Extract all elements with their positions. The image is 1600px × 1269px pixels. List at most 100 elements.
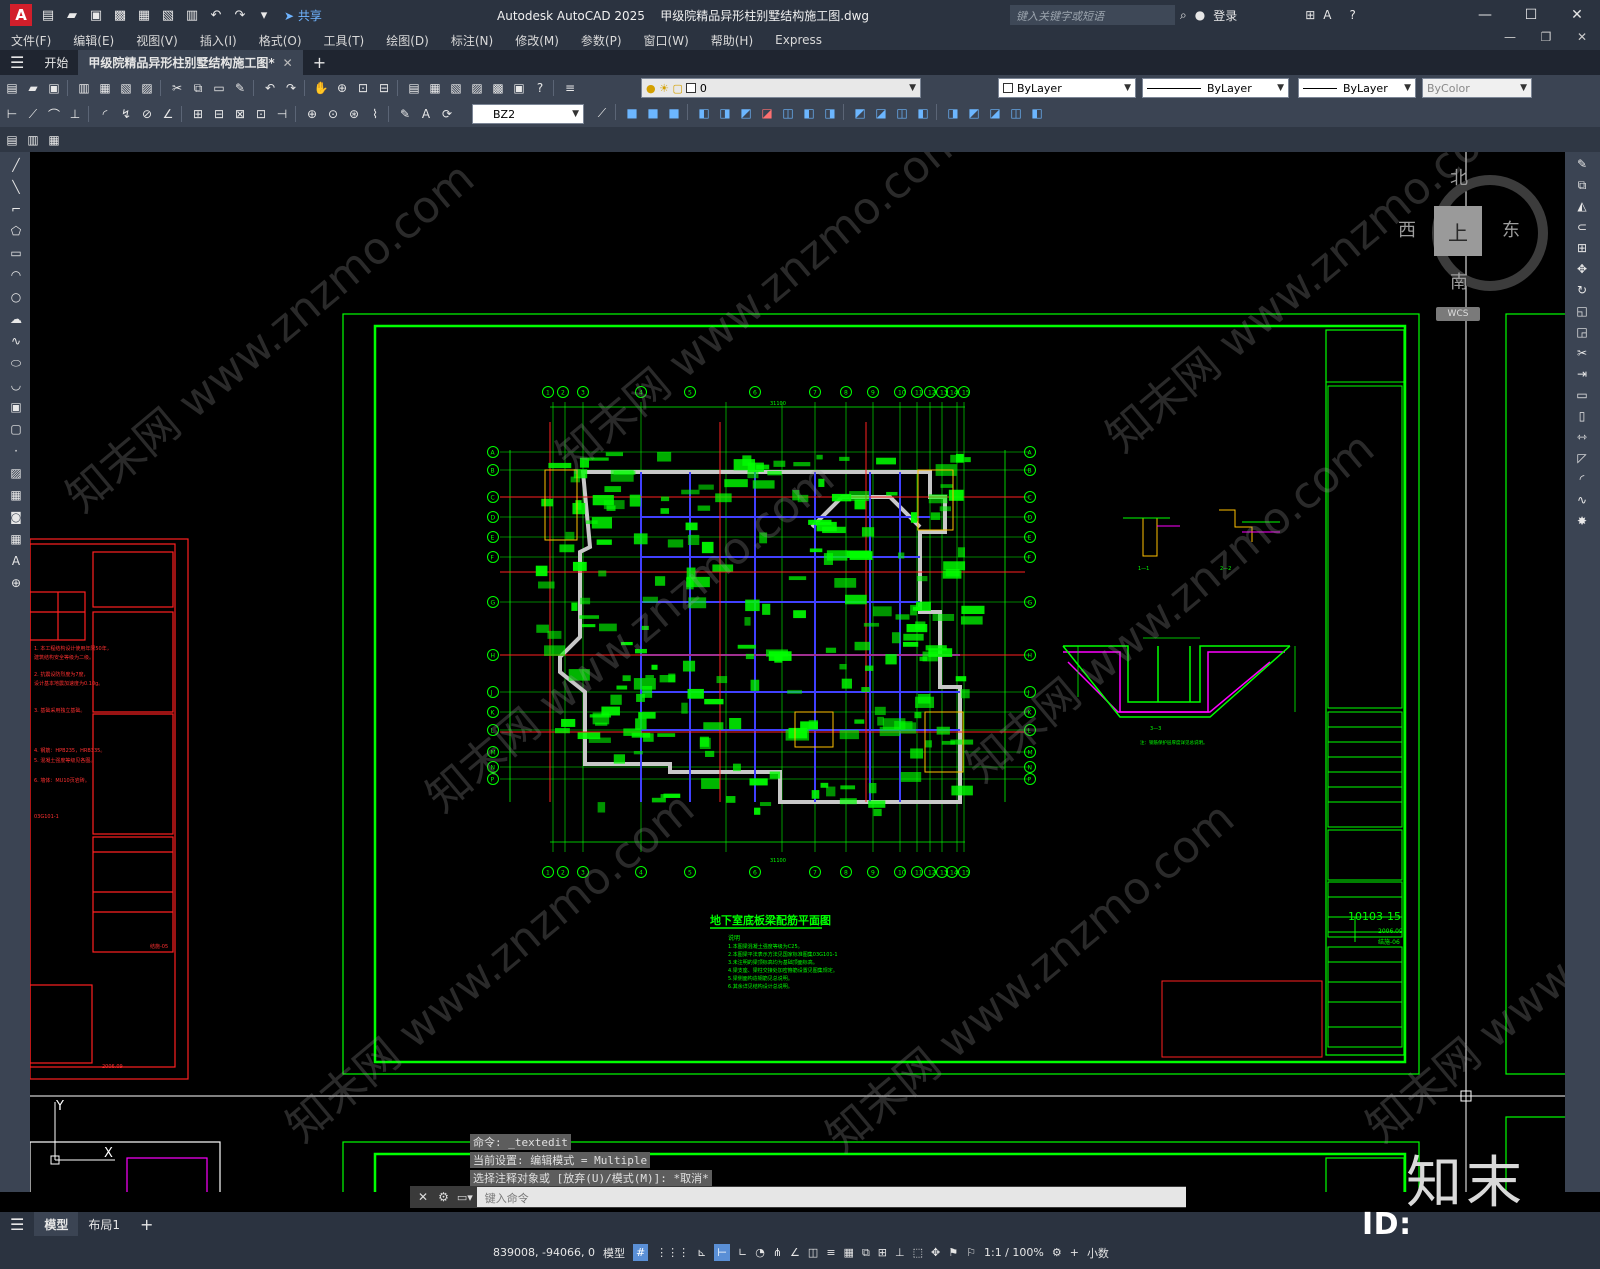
user-icon[interactable]: ●	[1195, 8, 1205, 22]
section-icon[interactable]: ◫	[1007, 104, 1025, 122]
units-dropdown[interactable]: 小数	[1087, 1245, 1109, 1261]
undo-tool-icon[interactable]: ↶	[261, 79, 279, 97]
design-center-icon[interactable]: ▦	[426, 79, 444, 97]
redo-icon[interactable]: ↷	[230, 5, 250, 25]
subtract-icon[interactable]: ■	[644, 104, 662, 122]
arc-length-icon[interactable]: ⌒	[45, 105, 63, 123]
qnew-icon[interactable]: ▤	[3, 79, 21, 97]
rotate-icon[interactable]: ↻	[1573, 281, 1591, 299]
help-tool-icon[interactable]: ?	[531, 79, 549, 97]
offset-icon[interactable]: ⊂	[1573, 218, 1591, 236]
hatch-icon[interactable]: ▨	[7, 464, 25, 482]
menu-parametric[interactable]: 参数(P)	[570, 32, 633, 49]
offset-faces-icon[interactable]: ◩	[737, 104, 755, 122]
plot-preview-icon[interactable]: ▦	[96, 79, 114, 97]
annotation-monitor-icon[interactable]: +	[1070, 1246, 1079, 1259]
doc-restore-icon[interactable]: ❐	[1528, 30, 1564, 50]
model-space-toggle[interactable]: 模型	[603, 1245, 625, 1261]
fillet-icon[interactable]: ◜	[1573, 470, 1591, 488]
copy-icon[interactable]: ⧉	[189, 79, 207, 97]
minimize-icon[interactable]: —	[1462, 0, 1508, 30]
zoom-window-icon[interactable]: ⊡	[354, 79, 372, 97]
jogged-icon[interactable]: ↯	[117, 105, 135, 123]
paste-icon[interactable]: ▭	[210, 79, 228, 97]
rotate-faces-icon[interactable]: ◫	[779, 104, 797, 122]
linear-dim-icon[interactable]: ⊢	[3, 105, 21, 123]
doc-close-icon[interactable]: ✕	[1564, 30, 1600, 50]
pan-icon[interactable]: ✋	[312, 79, 330, 97]
menu-window[interactable]: 窗口(W)	[633, 32, 700, 49]
polygon-icon[interactable]: ⬠	[7, 222, 25, 240]
viewcube-north[interactable]: 北	[1450, 164, 1468, 190]
print-icon[interactable]: ▥	[182, 5, 202, 25]
dynamic-input-icon[interactable]: ⊢	[714, 1244, 730, 1261]
menu-modify[interactable]: 修改(M)	[504, 32, 570, 49]
menu-help[interactable]: 帮助(H)	[700, 32, 764, 49]
shell-icon[interactable]: ◨	[944, 104, 962, 122]
drawing-canvas[interactable]: 1. 本工程结构设计使用年限50年， 建筑结构安全等级为二级。 2. 抗震设防烈…	[30, 152, 1565, 1192]
osnap-icon[interactable]: ◫	[808, 1246, 818, 1259]
linetype-dropdown[interactable]: ByLayer ▼	[1142, 78, 1289, 98]
cut-icon[interactable]: ✂	[168, 79, 186, 97]
radius-icon[interactable]: ◜	[96, 105, 114, 123]
open-file-icon[interactable]: ▰	[24, 79, 42, 97]
viewcube-top-face[interactable]: 上	[1434, 206, 1482, 256]
trim-icon[interactable]: ✂	[1573, 344, 1591, 362]
point-icon[interactable]: ·	[7, 442, 25, 460]
move-icon[interactable]: ✥	[1573, 260, 1591, 278]
menu-view[interactable]: 视图(V)	[125, 32, 189, 49]
ucs-dynamic-icon[interactable]: ⊥	[895, 1246, 905, 1259]
customize-qat-icon[interactable]: ▾	[254, 5, 274, 25]
menu-tools[interactable]: 工具(T)	[313, 32, 376, 49]
taper-faces-icon[interactable]: ◧	[800, 104, 818, 122]
explode-icon[interactable]: ✸	[1573, 512, 1591, 530]
imprint-icon[interactable]: ◪	[872, 104, 890, 122]
dim-break-icon[interactable]: ⊣	[273, 105, 291, 123]
autodesk-icon[interactable]: A	[1323, 8, 1331, 22]
tool-palette-icon[interactable]: ▧	[447, 79, 465, 97]
lineweight-icon[interactable]: ≡	[826, 1246, 835, 1259]
viewcube-west[interactable]: 西	[1398, 216, 1416, 242]
tab-model[interactable]: 模型	[34, 1212, 79, 1236]
ordinate-icon[interactable]: ⊥	[66, 105, 84, 123]
ellipse-arc-icon[interactable]: ◡	[7, 376, 25, 394]
color-faces-icon[interactable]: ◩	[851, 104, 869, 122]
break-icon[interactable]: ▯	[1573, 407, 1591, 425]
rectangle-icon[interactable]: ▭	[7, 244, 25, 262]
maximize-icon[interactable]: ☐	[1508, 0, 1554, 30]
layout-menu-icon[interactable]: ☰	[0, 1212, 34, 1236]
add-layout-button[interactable]: +	[130, 1212, 163, 1236]
save-icon[interactable]: ▣	[86, 5, 106, 25]
ortho-icon[interactable]: ∟	[738, 1246, 747, 1259]
object-snap-tracking-icon[interactable]: ∠	[790, 1246, 800, 1259]
recent-commands-icon[interactable]: ▭▾	[457, 1191, 473, 1204]
angular-icon[interactable]: ∠	[159, 105, 177, 123]
menu-hamburger-icon[interactable]: ☰	[0, 50, 34, 75]
publish-icon[interactable]: ▧	[117, 79, 135, 97]
arc-icon[interactable]: ◠	[7, 266, 25, 284]
tab-document[interactable]: 甲级院精品异形柱别墅结构施工图* ✕	[78, 50, 303, 75]
annotation-visibility-icon[interactable]: ⚑	[948, 1246, 958, 1259]
plotstyle-dropdown[interactable]: ByColor ▼	[1422, 78, 1532, 98]
delete-faces-icon[interactable]: ◪	[758, 104, 776, 122]
stretch-icon[interactable]: ◲	[1573, 323, 1591, 341]
block-edit-icon[interactable]: ▤	[3, 131, 21, 149]
polyline-icon[interactable]: ⌐	[7, 200, 25, 218]
help-icon[interactable]: ?	[1350, 8, 1356, 22]
dim-edit-icon[interactable]: ✎	[396, 105, 414, 123]
interfere-icon[interactable]: ◧	[1028, 104, 1046, 122]
cart-icon[interactable]: ⊞	[1305, 8, 1315, 22]
publish-icon[interactable]: ▦	[134, 5, 154, 25]
tab-layout1[interactable]: 布局1	[78, 1212, 130, 1236]
extend-icon[interactable]: ⇥	[1573, 365, 1591, 383]
coordinates[interactable]: 839008, -94066, 0	[493, 1246, 595, 1259]
join-icon[interactable]: ⇿	[1573, 428, 1591, 446]
search-icon[interactable]: ⌕	[1180, 8, 1187, 23]
properties-icon[interactable]: ▤	[405, 79, 423, 97]
ellipse-icon[interactable]: ⬭	[7, 354, 25, 372]
new-icon[interactable]: ▤	[38, 5, 58, 25]
match-prop-icon[interactable]: ✎	[231, 79, 249, 97]
revcloud-icon[interactable]: ☁	[7, 310, 25, 328]
open-icon[interactable]: ▰	[62, 5, 82, 25]
3dprint-icon[interactable]: ▨	[138, 79, 156, 97]
